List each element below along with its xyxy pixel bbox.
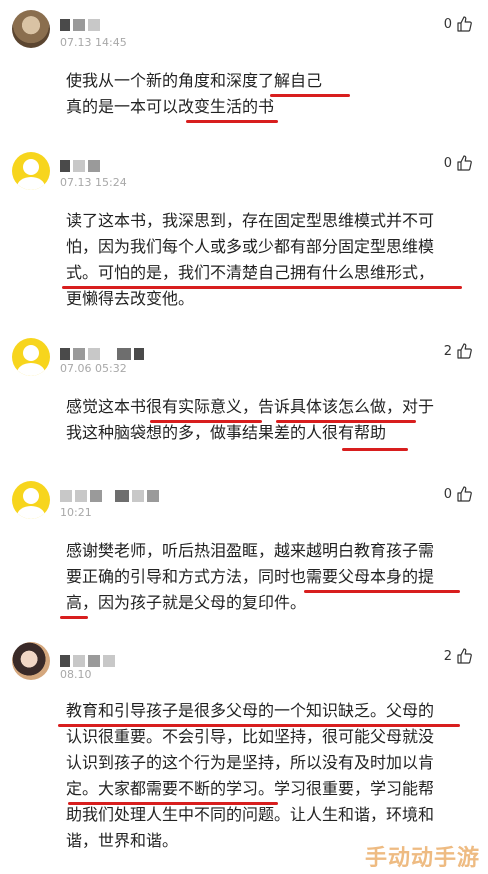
- thumb-up-icon[interactable]: [456, 343, 472, 359]
- highlight-underline: [62, 286, 462, 289]
- highlight-underline: [60, 616, 88, 619]
- username-blurred[interactable]: [60, 489, 159, 503]
- highlight-underline: [276, 420, 416, 423]
- comment-text: 读了这本书，我深思到，存在固定型思维模式并不可 怕，因为我们每个人或多或少都有部…: [66, 208, 466, 312]
- thumb-up-icon[interactable]: [456, 486, 472, 502]
- comment-line: 要正确的引导和方式方法，同时也需要父母本身的提: [66, 567, 435, 586]
- username-blurred[interactable]: [60, 347, 144, 361]
- comment-line: 我这种脑袋想的多，做事结果差的人很有帮助: [66, 423, 387, 442]
- comment-line: 更懒得去改变他。: [66, 289, 195, 308]
- thumb-up-icon[interactable]: [456, 155, 472, 171]
- username-blurred[interactable]: [60, 159, 100, 173]
- avatar[interactable]: [12, 642, 50, 680]
- thumb-up-icon[interactable]: [456, 16, 472, 32]
- avatar[interactable]: [12, 152, 50, 190]
- comment-line: 读了这本书，我深思到，存在固定型思维模式并不可: [66, 211, 435, 230]
- like-count: 0: [443, 486, 452, 502]
- like-control[interactable]: 0: [444, 155, 472, 171]
- avatar[interactable]: [12, 10, 50, 48]
- comment-text: 使我从一个新的角度和深度了解自己 真的是一本可以改变生活的书: [66, 68, 466, 120]
- highlight-underline: [342, 448, 408, 451]
- like-control[interactable]: 0: [444, 16, 472, 32]
- highlight-underline: [58, 724, 460, 727]
- comment-line: 定。大家都需要不断的学习。学习很重要，学习能帮: [66, 779, 435, 798]
- comment-line: 感觉这本书很有实际意义，告诉具体该怎么做，对于: [66, 397, 435, 416]
- comment-time: 07.06 05:32: [60, 362, 127, 375]
- site-watermark: 手动动手游: [364, 846, 480, 871]
- like-control[interactable]: 2: [444, 343, 472, 359]
- comment-text: 感谢樊老师，听后热泪盈眶，越来越明白教育孩子需 要正确的引导和方式方法，同时也需…: [66, 538, 466, 616]
- comment-text: 教育和引导孩子是很多父母的一个知识缺乏。父母的 认识很重要。不会引导，比如坚持，…: [66, 698, 466, 854]
- username-blurred[interactable]: [60, 654, 115, 668]
- comment-time: 07.13 15:24: [60, 176, 127, 189]
- comment-line: 认识到孩子的这个行为是坚持，所以没有及时加以肯: [66, 753, 435, 772]
- comment-time: 10:21: [60, 506, 92, 519]
- highlight-underline: [304, 590, 460, 593]
- like-control[interactable]: 0: [444, 486, 472, 502]
- comment-line: 使我从一个新的角度和深度了解自己: [66, 71, 323, 90]
- like-count: 2: [443, 343, 452, 359]
- comment-line: 高，因为孩子就是父母的复印件。: [66, 593, 307, 612]
- comment-line: 感谢樊老师，听后热泪盈眶，越来越明白教育孩子需: [66, 541, 435, 560]
- thumb-up-icon[interactable]: [456, 648, 472, 664]
- comment-line: 真的是一本可以改变生活的书: [66, 97, 275, 116]
- comment-line: 式。可怕的是，我们不清楚自己拥有什么思维形式，: [66, 263, 435, 282]
- comment-time: 07.13 14:45: [60, 36, 127, 49]
- comment-line: 教育和引导孩子是很多父母的一个知识缺乏。父母的: [66, 701, 435, 720]
- highlight-underline: [150, 420, 262, 423]
- highlight-underline: [270, 94, 350, 97]
- highlight-underline: [68, 802, 278, 805]
- like-count: 0: [443, 16, 452, 32]
- like-count: 2: [443, 648, 452, 664]
- like-control[interactable]: 2: [444, 648, 472, 664]
- highlight-underline: [186, 120, 278, 123]
- comment-line: 助我们处理人生中不同的问题。让人生和谐，环境和: [66, 805, 435, 824]
- comment-time: 08.10: [60, 668, 92, 681]
- username-blurred[interactable]: [60, 18, 100, 32]
- comment-line: 认识很重要。不会引导，比如坚持，很可能父母就没: [66, 727, 435, 746]
- avatar[interactable]: [12, 481, 50, 519]
- comment-line: 怕，因为我们每个人或多或少都有部分固定型思维模: [66, 237, 435, 256]
- avatar[interactable]: [12, 338, 50, 376]
- like-count: 0: [443, 155, 452, 171]
